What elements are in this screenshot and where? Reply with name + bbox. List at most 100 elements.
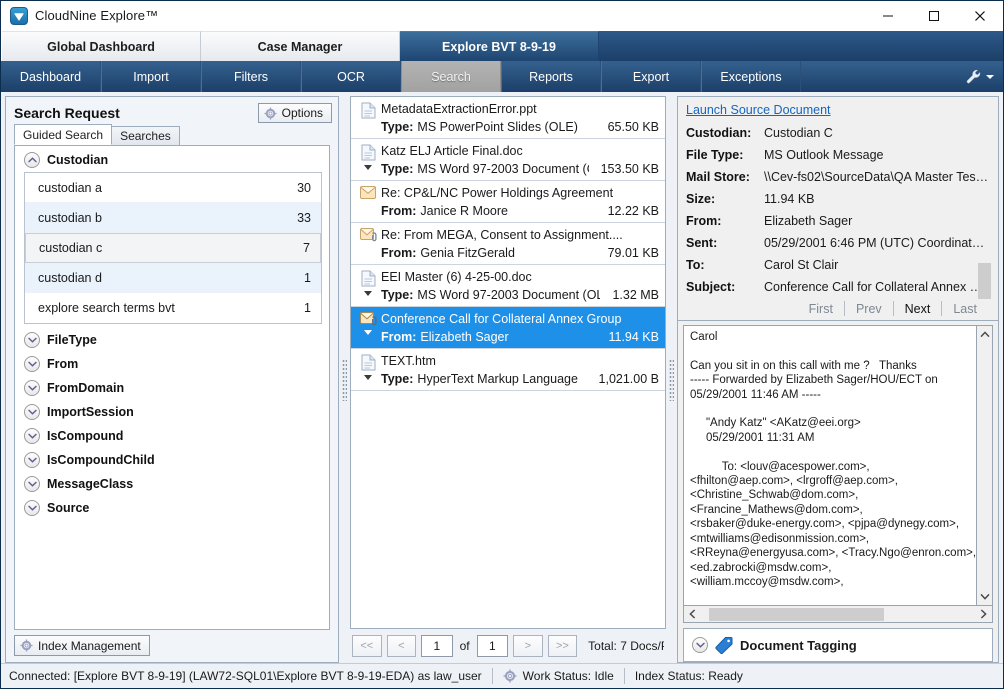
table-row[interactable]: Re: CP&L/NC Power Holdings Agreement Fro… — [351, 181, 665, 223]
ribbon-tab-export[interactable]: Export — [601, 61, 701, 92]
launch-source-document-link[interactable]: Launch Source Document — [686, 103, 831, 117]
table-row[interactable]: Katz ELJ Article Final.doc Type: MS Word… — [351, 139, 665, 181]
index-management-button[interactable]: Index Management — [14, 635, 150, 656]
expand-row-icon[interactable] — [364, 330, 372, 335]
preview-horizontal-scrollbar[interactable] — [683, 606, 993, 623]
ribbon-tab-search[interactable]: Search — [401, 61, 501, 92]
search-request-panel: Search Request Options Guided Search Sea… — [5, 96, 339, 663]
ribbon-tab-import[interactable]: Import — [101, 61, 201, 92]
metadata-row: Custodian: Custodian C — [686, 122, 990, 144]
nav-next-button[interactable]: Next — [894, 302, 942, 316]
next-page-button[interactable]: > — [513, 635, 543, 657]
facet-row[interactable]: custodian b 33 — [25, 203, 321, 233]
row-content: Katz ELJ Article Final.doc Type: MS Word… — [381, 142, 659, 177]
row-meta: From: Genia FitzGerald 79.01 KB — [381, 244, 659, 262]
title-bar: CloudNine Explore™ — [1, 1, 1003, 31]
facet-header-messageclass[interactable]: MessageClass — [15, 472, 329, 496]
expand-row-icon[interactable] — [364, 291, 372, 296]
facet-row[interactable]: explore search terms bvt 1 — [25, 293, 321, 323]
ribbon-tab-label: Exceptions — [720, 69, 782, 84]
row-content: Conference Call for Collateral Annex Gro… — [381, 310, 659, 345]
preview-vertical-scrollbar[interactable] — [976, 263, 993, 606]
scroll-left-icon[interactable] — [684, 606, 701, 623]
ribbon-tab-dashboard[interactable]: Dashboard — [1, 61, 101, 92]
total-pages-input[interactable]: 1 — [476, 635, 509, 657]
preview-inner: Carol Can you sit in on this call with m… — [683, 263, 993, 606]
metadata-value: \\Cev-fs02\SourceData\QA Master Test Dat… — [764, 170, 990, 184]
metadata-value: Custodian C — [764, 126, 833, 140]
nav-last-button[interactable]: Last — [942, 302, 988, 316]
workspace-tab-label: Global Dashboard — [47, 39, 155, 54]
facet-header-custodian[interactable]: Custodian — [15, 148, 329, 172]
facet-row[interactable]: custodian c 7 — [25, 233, 321, 263]
settings-wrench-button[interactable] — [961, 61, 1003, 92]
table-row[interactable]: TEXT.htm Type: HyperText Markup Language… — [351, 349, 665, 391]
facet-row[interactable]: custodian d 1 — [25, 263, 321, 293]
facet-header-importsession[interactable]: ImportSession — [15, 400, 329, 424]
ribbon-tab-reports[interactable]: Reports — [501, 61, 601, 92]
gear-icon — [20, 639, 33, 652]
document-tagging-section[interactable]: Document Tagging — [683, 628, 993, 662]
minimize-button[interactable] — [865, 1, 911, 31]
preview-scroll-thumb[interactable] — [978, 263, 991, 299]
first-page-button[interactable]: << — [352, 635, 382, 657]
facet-row-label: explore search terms bvt — [38, 301, 175, 315]
metadata-value: Elizabeth Sager — [764, 214, 853, 228]
options-button[interactable]: Options — [257, 103, 332, 123]
splitter-left[interactable] — [339, 96, 350, 663]
ribbon-tab-ocr[interactable]: OCR — [301, 61, 401, 92]
facet-header-from[interactable]: From — [15, 352, 329, 376]
nav-prev-button[interactable]: Prev — [845, 302, 893, 316]
tab-searches[interactable]: Searches — [111, 126, 180, 145]
scroll-down-icon[interactable] — [976, 588, 993, 605]
scroll-up-icon[interactable] — [976, 326, 993, 343]
preview-hscroll-thumb[interactable] — [709, 607, 884, 621]
row-title: EEI Master (6) 4-25-00.doc — [381, 270, 532, 284]
chevron-down-icon[interactable] — [692, 637, 708, 653]
table-row[interactable]: Re: From MEGA, Consent to Assignment....… — [351, 223, 665, 265]
row-meta-value: Janice R Moore — [420, 204, 508, 218]
preview-scroll-track[interactable] — [976, 263, 993, 588]
workspace-tab-global-dashboard[interactable]: Global Dashboard — [2, 31, 201, 61]
facet-header-fromdomain[interactable]: FromDomain — [15, 376, 329, 400]
last-page-button[interactable]: >> — [547, 635, 578, 657]
metadata-row: From: Elizabeth Sager — [686, 210, 990, 232]
facet-header-source[interactable]: Source — [15, 496, 329, 520]
workspace-tab-case-manager[interactable]: Case Manager — [201, 31, 400, 61]
facet-row[interactable]: custodian a 30 — [25, 173, 321, 203]
close-button[interactable] — [957, 1, 1003, 31]
chevron-down-icon — [985, 74, 994, 79]
tab-guided-search[interactable]: Guided Search — [14, 124, 113, 145]
row-meta-value: Elizabeth Sager — [420, 330, 509, 344]
row-meta-label: From: — [381, 246, 417, 260]
expand-row-icon[interactable] — [364, 165, 372, 170]
scroll-right-icon[interactable] — [975, 606, 992, 623]
facet-header-iscompound[interactable]: IsCompound — [15, 424, 329, 448]
facet-row-count: 33 — [297, 210, 311, 225]
splitter-grip — [342, 358, 347, 401]
ribbon-tab-exceptions[interactable]: Exceptions — [701, 61, 801, 92]
maximize-button[interactable] — [911, 1, 957, 31]
facet-header-filetype[interactable]: FileType — [15, 328, 329, 352]
gear-icon — [503, 669, 517, 683]
results-list[interactable]: MetadataExtractionError.ppt Type: MS Pow… — [350, 96, 666, 629]
row-gutter — [355, 184, 381, 219]
metadata-row: Size: 11.94 KB — [686, 188, 990, 210]
ribbon-tab-filters[interactable]: Filters — [201, 61, 301, 92]
current-page-input[interactable]: 1 — [421, 635, 453, 657]
workspace-tab-explore-bvt[interactable]: Explore BVT 8-9-19 — [400, 31, 599, 61]
expand-row-icon[interactable] — [364, 375, 372, 380]
window-controls — [865, 1, 1003, 31]
table-row[interactable]: EEI Master (6) 4-25-00.doc Type: MS Word… — [351, 265, 665, 307]
tag-icon — [715, 637, 733, 654]
table-row[interactable]: MetadataExtractionError.ppt Type: MS Pow… — [351, 97, 665, 139]
tab-label: Guided Search — [23, 127, 104, 142]
ribbon-tab-label: OCR — [337, 69, 365, 84]
table-row[interactable]: Conference Call for Collateral Annex Gro… — [351, 307, 665, 349]
facet-header-iscompoundchild[interactable]: IsCompoundChild — [15, 448, 329, 472]
metadata-key: Subject: — [686, 280, 736, 294]
document-preview-text: Carol Can you sit in on this call with m… — [683, 325, 976, 606]
prev-page-button[interactable]: < — [386, 635, 417, 657]
nav-first-button[interactable]: First — [798, 302, 844, 316]
splitter-right[interactable] — [666, 96, 677, 663]
